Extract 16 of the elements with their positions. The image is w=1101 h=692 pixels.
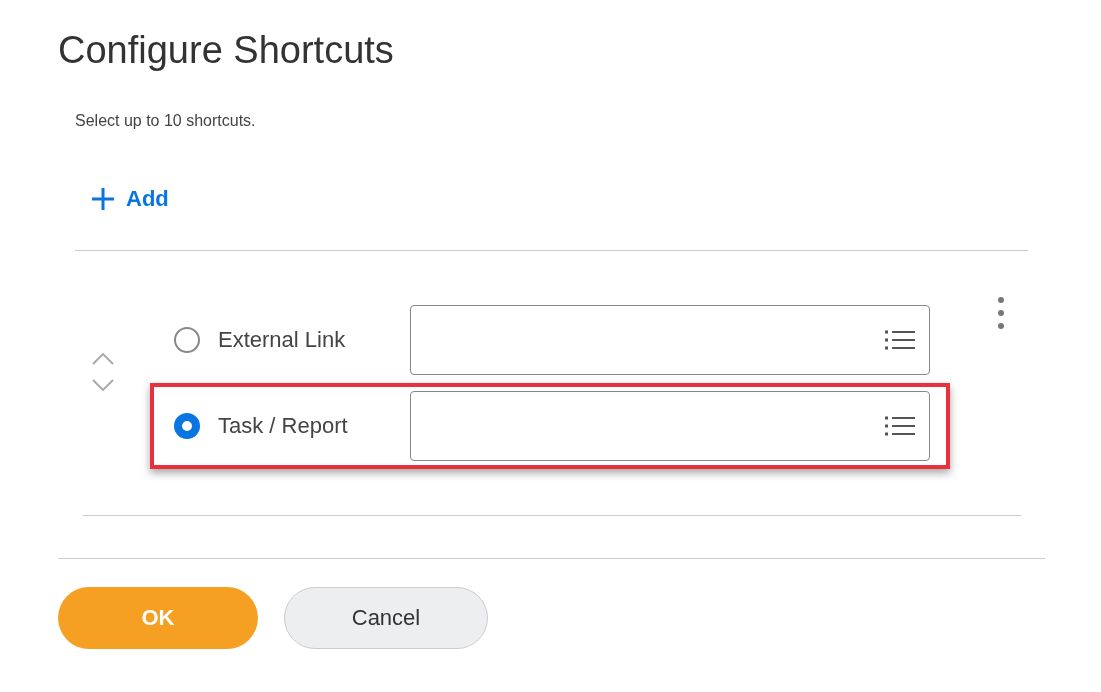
more-icon[interactable] [998,297,1004,329]
dialog-title: Configure Shortcuts [58,28,395,72]
chevron-down-icon[interactable] [92,379,114,391]
chevron-up-icon[interactable] [92,353,114,365]
instructions-text: Select up to 10 shortcuts. [75,112,257,130]
input-field[interactable] [410,305,930,375]
radio-button[interactable] [174,413,200,439]
radio-button[interactable] [174,327,200,353]
list-icon[interactable] [885,329,915,351]
input-field[interactable] [410,391,930,461]
list-icon[interactable] [885,415,915,437]
option-label: Task / Report [218,413,349,439]
add-button[interactable]: Add [92,186,169,212]
cancel-button[interactable]: Cancel [284,587,488,649]
option-label: External Link [218,327,347,353]
plus-icon [92,188,114,210]
